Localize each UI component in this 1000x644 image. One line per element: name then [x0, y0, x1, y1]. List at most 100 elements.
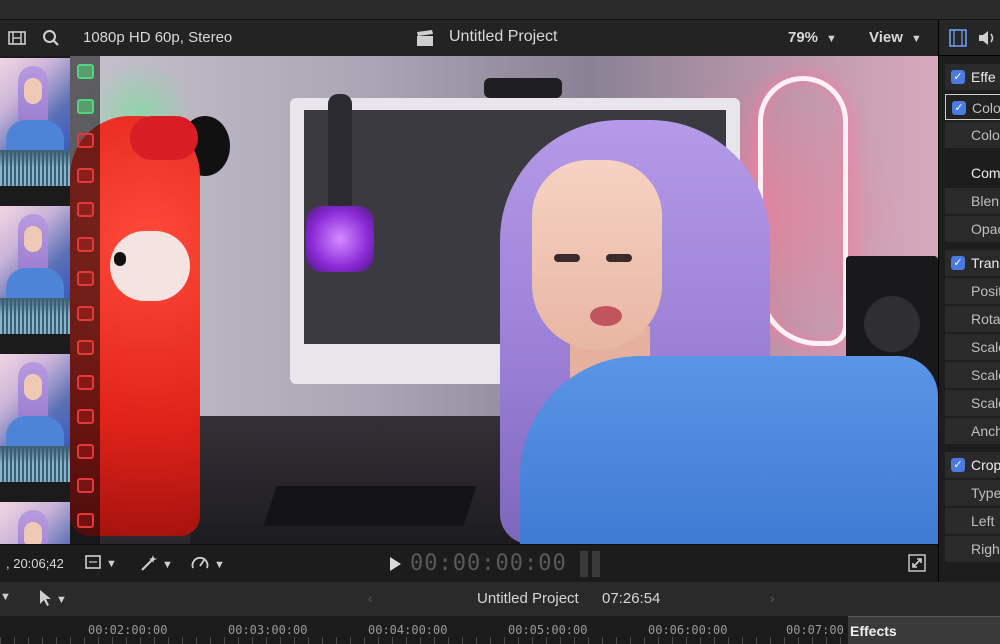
- inspector-row-label: Scale: [971, 367, 1000, 383]
- ruler-label: 00:03:00:00: [228, 623, 308, 637]
- effects-browser-tab[interactable]: Effects: [848, 616, 1000, 644]
- format-label: 1080p HD 60p, Stereo: [83, 29, 233, 46]
- effects-tab-label: Effects: [850, 623, 897, 639]
- audio-waveform: [0, 298, 70, 334]
- audio-waveform: [0, 150, 70, 186]
- inspector-header: [939, 20, 1000, 56]
- ruler-label: 00:04:00:00: [368, 623, 448, 637]
- speedometer-icon: [190, 554, 210, 575]
- inspector-row-label: Right: [971, 541, 1000, 557]
- inspector-row-label: Opac: [971, 221, 1000, 237]
- checkbox-checked-icon[interactable]: ✓: [951, 458, 965, 472]
- inspector-row[interactable]: Colo: [945, 122, 1000, 148]
- back-arrow-icon[interactable]: ‹: [368, 590, 373, 606]
- film-sprocket: [77, 512, 94, 528]
- inspector-row[interactable]: ✓ Trans: [945, 250, 1000, 276]
- chevron-down-icon: ▼: [214, 558, 225, 571]
- enhancements-button[interactable]: ▼: [140, 554, 173, 575]
- timeline-project-name: Untitled Project: [477, 590, 579, 607]
- project-title: Untitled Project: [449, 28, 558, 45]
- neon-flamingo: [758, 76, 848, 346]
- film-sprocket: [77, 478, 94, 493]
- video-inspector-icon[interactable]: [949, 29, 967, 52]
- clip-thumbnail[interactable]: [0, 502, 70, 544]
- timeline-ruler[interactable]: 00:02:00:00 00:03:00:00 00:04:00:00 00:0…: [0, 616, 848, 644]
- inspector-row[interactable]: Opac: [945, 216, 1000, 242]
- search-icon[interactable]: [40, 28, 62, 48]
- inspector-row[interactable]: Type: [945, 480, 1000, 506]
- inspector-row-label: Scale: [971, 339, 1000, 355]
- filmstrip-icon[interactable]: [6, 28, 28, 48]
- ruler-label: 00:07:00: [786, 623, 844, 637]
- viewer-video-frame[interactable]: [70, 56, 938, 544]
- checkbox-checked-icon[interactable]: ✓: [952, 101, 966, 115]
- inspector-row[interactable]: ✓ Effe: [945, 64, 1000, 90]
- film-sprocket: [77, 374, 94, 390]
- chevron-down-icon: ▼: [106, 557, 117, 570]
- inspector-row-label: Left: [971, 513, 995, 529]
- inspector-row[interactable]: Rota: [945, 306, 1000, 332]
- inspector-row-label: Posit: [971, 283, 1000, 299]
- inspector-row-label: Colo: [972, 100, 1000, 116]
- zoom-menu[interactable]: 79% ▼: [788, 29, 837, 46]
- magic-wand-icon: [140, 554, 158, 575]
- film-sprocket: [77, 133, 94, 148]
- inspector-row-label: Trans: [971, 255, 1000, 271]
- ruler-label: 00:05:00:00: [508, 623, 588, 637]
- inspector-row-label: Rota: [971, 311, 1000, 327]
- inspector-row-label: Effe: [971, 69, 996, 85]
- chevron-down-icon: ▼: [162, 558, 173, 571]
- film-sprocket: [77, 64, 94, 79]
- checkbox-checked-icon[interactable]: ✓: [951, 256, 965, 270]
- transport-bar: , 20:06;42 ▼ ▼ ▼ 00:00:00:00: [0, 544, 938, 582]
- inspector-row[interactable]: Scale: [945, 362, 1000, 388]
- clip-thumbnail[interactable]: [0, 58, 70, 194]
- inspector-row[interactable]: Left: [945, 508, 1000, 534]
- inspector-row-label: Type: [971, 485, 1000, 501]
- audio-level-meters: [580, 551, 602, 577]
- clip-timecode: , 20:06;42: [6, 556, 64, 571]
- inspector-row[interactable]: ✓ Crop: [945, 452, 1000, 478]
- fullscreen-button[interactable]: [908, 554, 926, 575]
- inspector-row-label: Colo: [971, 127, 1000, 143]
- select-tool-button[interactable]: ▼: [38, 589, 67, 610]
- clip-thumbnail[interactable]: [0, 206, 70, 342]
- chevron-down-icon: ▼: [910, 33, 922, 45]
- inspector-row[interactable]: Scale: [945, 390, 1000, 416]
- film-sprocket: [77, 236, 94, 252]
- film-sprocket: [77, 271, 94, 286]
- clip-thumbnail[interactable]: [0, 354, 70, 490]
- playhead-timecode: 00:00:00:00: [410, 551, 567, 576]
- view-options-button[interactable]: ▼: [84, 554, 117, 573]
- film-sprocket: [77, 409, 94, 424]
- inspector-row[interactable]: Right: [945, 536, 1000, 562]
- zoom-value: 79%: [788, 29, 819, 46]
- inspector-panel: ✓ Effe ✓ Colo Colo Com Blen Opac ✓ Trans Posit Rota…: [938, 20, 1000, 644]
- retime-button[interactable]: ▼: [190, 554, 225, 575]
- inspector-row[interactable]: Anch: [945, 418, 1000, 444]
- forward-arrow-icon[interactable]: ›: [770, 590, 775, 606]
- inspector-row-label: Crop: [971, 457, 1000, 473]
- inspector-row-label: Scale: [971, 395, 1000, 411]
- inspector-row[interactable]: ✓ Colo: [945, 94, 1000, 120]
- timeline-duration: 07:26:54: [602, 590, 661, 607]
- audio-inspector-icon[interactable]: [977, 29, 997, 52]
- inspector-row[interactable]: Blen: [945, 188, 1000, 214]
- inspector-row-label: Com: [971, 165, 1000, 181]
- view-menu[interactable]: View ▼: [869, 29, 922, 46]
- chevron-down-icon[interactable]: ▼: [0, 591, 11, 603]
- film-sprocket: [77, 305, 94, 321]
- browser-clips: [0, 56, 70, 544]
- film-sprocket: [77, 340, 94, 355]
- inspector-row[interactable]: Posit: [945, 278, 1000, 304]
- inspector-row-label: Anch: [971, 423, 1000, 439]
- film-sprocket: [77, 202, 94, 217]
- checkbox-checked-icon[interactable]: ✓: [951, 70, 965, 84]
- view-menu-label: View: [869, 29, 903, 46]
- inspector-row[interactable]: Com: [945, 160, 1000, 186]
- inspector-row-label: Blen: [971, 193, 1000, 209]
- viewer-toolbar: 1080p HD 60p, Stereo Untitled Project 79…: [0, 20, 938, 56]
- clapperboard-icon: [414, 28, 436, 48]
- inspector-row[interactable]: Scale: [945, 334, 1000, 360]
- play-button[interactable]: [390, 557, 401, 571]
